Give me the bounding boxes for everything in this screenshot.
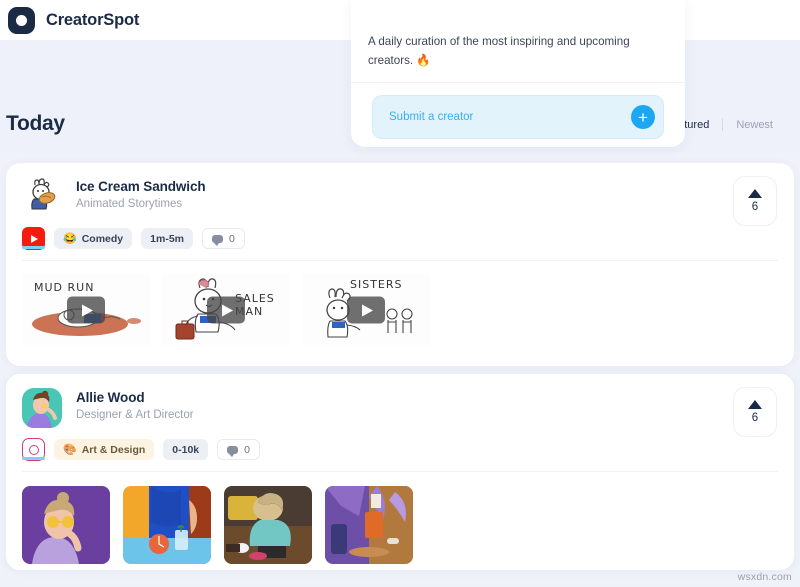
photo-thumbnail[interactable] xyxy=(325,486,413,564)
creator-role: Designer & Art Director xyxy=(76,409,194,421)
length-chip[interactable]: 1m-5m xyxy=(141,228,193,249)
video-thumbnail[interactable]: SISTERS xyxy=(302,274,430,346)
vote-count: 6 xyxy=(751,201,759,213)
promo-description: A daily curation of the most inspiring a… xyxy=(368,35,630,67)
promo-divider xyxy=(351,82,685,83)
vote-count: 6 xyxy=(751,412,759,424)
comment-count: 0 xyxy=(244,443,250,456)
creator-tags: 🎨 Art & Design 0-10k 0 xyxy=(6,428,794,461)
comment-bubble-icon xyxy=(212,234,223,246)
creator-meta: Allie Wood Designer & Art Director xyxy=(76,388,194,428)
circle-dot-logo-icon[interactable] xyxy=(8,6,35,34)
comment-count-chip[interactable]: 0 xyxy=(202,228,245,249)
video-thumbnail[interactable]: MUD RUN xyxy=(22,274,150,346)
active-platform-underline xyxy=(22,246,45,249)
watermark: wsxdn.com xyxy=(737,571,792,583)
page-root: CreatorSpot Today Featured Newest A dail… xyxy=(0,0,800,587)
video-thumbnail-strip: MUD RUN SALES MAN SISTERS xyxy=(6,261,794,346)
submit-creator-field[interactable]: Submit a creator + xyxy=(372,95,664,139)
creator-card[interactable]: Ice Cream Sandwich Animated Storytimes 6… xyxy=(6,163,794,366)
creator-card[interactable]: Allie Wood Designer & Art Director 6 🎨 A… xyxy=(6,374,794,570)
video-title: MUD RUN xyxy=(34,281,95,294)
hero-band: CreatorSpot Today Featured Newest A dail… xyxy=(0,0,800,152)
promo-card: A daily curation of the most inspiring a… xyxy=(351,0,685,147)
creator-name: Allie Wood xyxy=(76,390,145,405)
upvote-caret-icon xyxy=(748,189,762,198)
category-chip[interactable]: 😂 Comedy xyxy=(54,228,133,249)
comment-count-chip[interactable]: 0 xyxy=(217,439,260,460)
category-emoji: 🎨 xyxy=(63,444,77,456)
creator-tags: 😂 Comedy 1m-5m 0 xyxy=(6,217,794,250)
creator-role: Animated Storytimes xyxy=(76,198,183,210)
photo-thumbnail[interactable] xyxy=(224,486,312,564)
video-thumbnail[interactable]: SALES MAN xyxy=(162,274,290,346)
play-icon[interactable] xyxy=(347,296,385,324)
comment-count: 0 xyxy=(229,232,235,245)
creator-header: Allie Wood Designer & Art Director 6 xyxy=(6,374,794,437)
category-label: Art & Design xyxy=(81,443,146,456)
category-label: Comedy xyxy=(81,232,124,245)
creator-name: Ice Cream Sandwich xyxy=(76,179,206,194)
video-title: SISTERS xyxy=(350,278,403,291)
page-title: Today xyxy=(6,112,65,135)
length-chip[interactable]: 0-10k xyxy=(163,439,209,460)
comment-bubble-icon xyxy=(227,445,239,457)
play-icon[interactable] xyxy=(207,296,245,324)
upvote-caret-icon xyxy=(748,400,762,409)
active-platform-underline xyxy=(22,457,45,460)
creator-header: Ice Cream Sandwich Animated Storytimes 6 xyxy=(6,163,794,226)
photo-thumbnail-strip xyxy=(6,472,794,564)
photo-portrait-avatar xyxy=(22,388,62,428)
submit-creator-placeholder: Submit a creator xyxy=(389,111,474,123)
category-emoji: 😂 xyxy=(63,233,77,245)
photo-thumbnail[interactable] xyxy=(22,486,110,564)
play-icon[interactable] xyxy=(67,296,105,324)
category-chip[interactable]: 🎨 Art & Design xyxy=(54,439,155,460)
plus-icon[interactable]: + xyxy=(631,105,655,129)
tab-newest[interactable]: Newest xyxy=(723,119,786,131)
photo-thumbnail[interactable] xyxy=(123,486,211,564)
brand-name: CreatorSpot xyxy=(46,10,140,29)
cartoon-bunny-avatar xyxy=(22,177,62,217)
creator-meta: Ice Cream Sandwich Animated Storytimes xyxy=(76,177,206,217)
